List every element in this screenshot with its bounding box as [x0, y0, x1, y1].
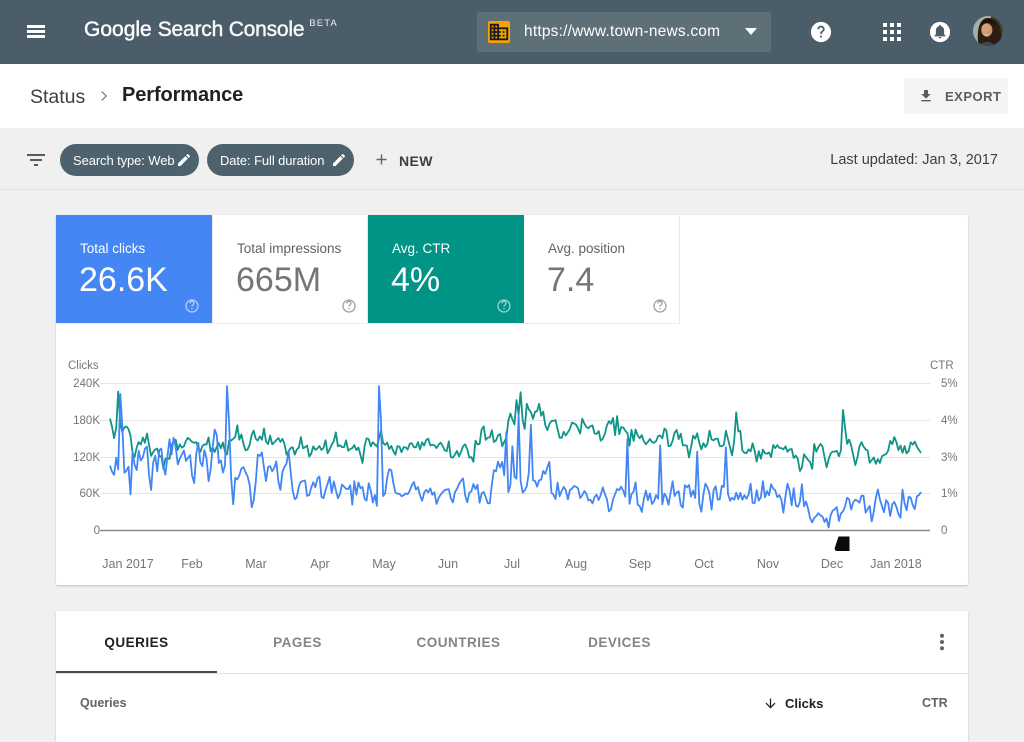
svg-text:0: 0 — [94, 525, 100, 537]
svg-text:Jul: Jul — [504, 557, 520, 571]
svg-text:Dec: Dec — [821, 557, 843, 571]
svg-text:4%: 4% — [941, 415, 958, 427]
svg-text:Oct: Oct — [694, 557, 714, 571]
svg-text:1%: 1% — [941, 488, 958, 500]
svg-text:CTR: CTR — [930, 360, 954, 372]
svg-text:Sep: Sep — [629, 557, 651, 571]
svg-text:Aug: Aug — [565, 557, 587, 571]
svg-text:May: May — [372, 557, 396, 571]
svg-text:5%: 5% — [941, 378, 958, 390]
svg-text:Mar: Mar — [245, 557, 267, 571]
svg-text:240K: 240K — [73, 378, 100, 390]
svg-text:Nov: Nov — [757, 557, 780, 571]
svg-text:0: 0 — [941, 525, 947, 537]
svg-text:60K: 60K — [80, 488, 101, 500]
svg-text:Apr: Apr — [310, 557, 329, 571]
svg-text:3%: 3% — [941, 452, 958, 464]
svg-text:Clicks: Clicks — [68, 360, 99, 372]
svg-text:Feb: Feb — [181, 557, 203, 571]
svg-text:Jun: Jun — [438, 557, 458, 571]
svg-text:180K: 180K — [73, 415, 100, 427]
svg-text:Jan 2017: Jan 2017 — [102, 557, 153, 571]
svg-text:120K: 120K — [73, 452, 100, 464]
svg-text:Jan 2018: Jan 2018 — [870, 557, 921, 571]
